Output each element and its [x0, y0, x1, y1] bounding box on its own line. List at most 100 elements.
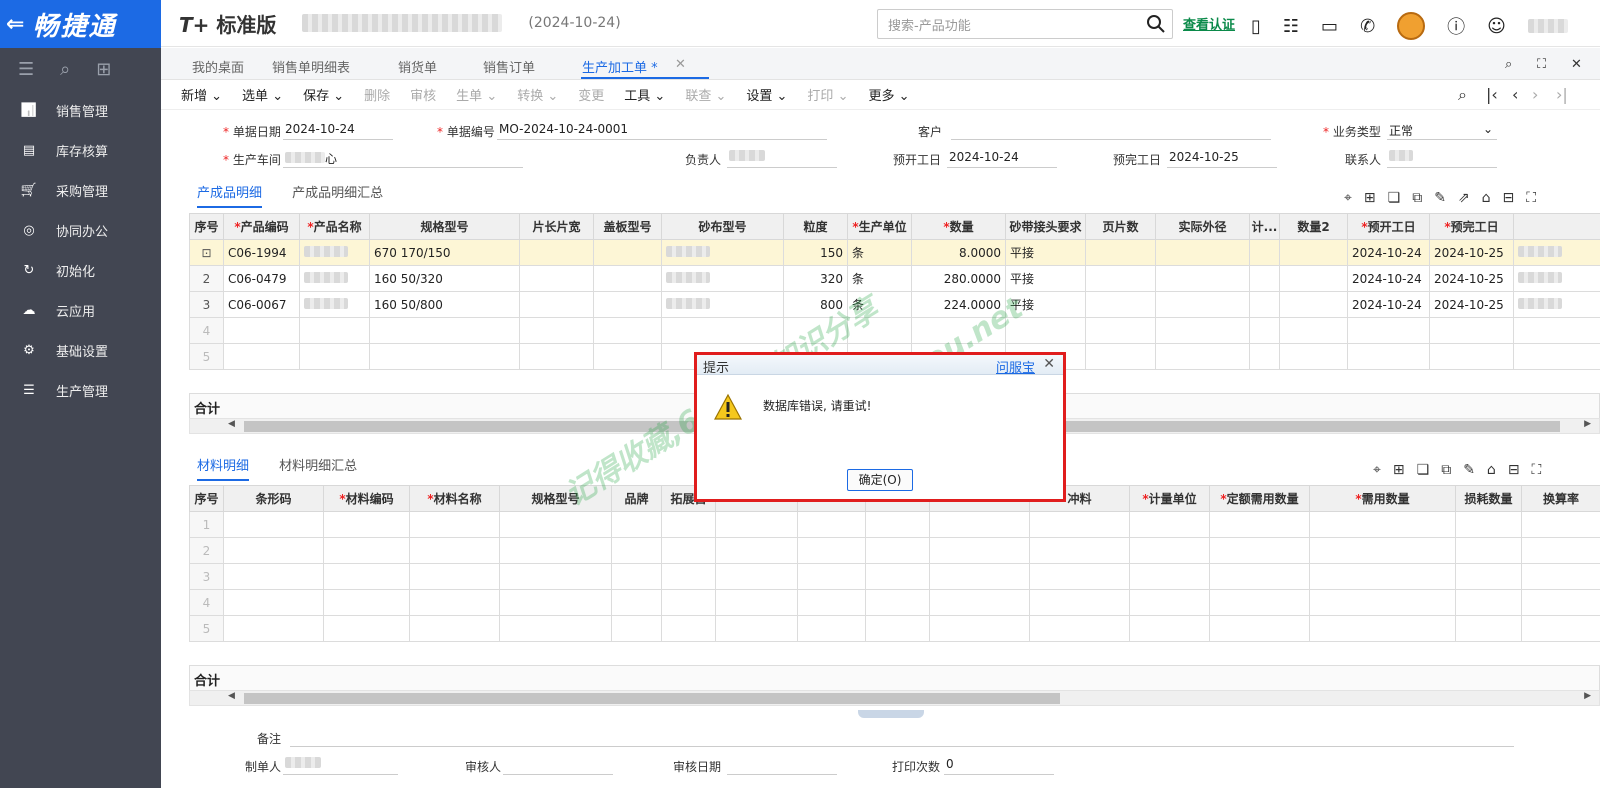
mascot-icon[interactable] — [1397, 12, 1426, 40]
plan-start-field[interactable]: 2024-10-24 — [947, 150, 1057, 168]
tab-product-summary[interactable]: 产成品明细汇总 — [292, 186, 383, 201]
table-cell[interactable] — [1249, 265, 1280, 292]
table-cell[interactable]: 280.0000 — [911, 265, 1006, 292]
first-record-icon[interactable]: |‹ — [1486, 85, 1498, 104]
close-all-icon[interactable]: ✕ — [1571, 57, 1582, 72]
table-cell[interactable] — [323, 615, 410, 642]
table-cell[interactable] — [797, 563, 866, 590]
export-icon[interactable]: ⇗ — [1458, 190, 1470, 206]
table-cell[interactable] — [611, 563, 662, 590]
table-cell[interactable] — [1455, 563, 1522, 590]
table-cell[interactable] — [519, 265, 594, 292]
table-cell[interactable] — [299, 239, 370, 266]
table-cell[interactable]: 2024-10-24 — [1347, 265, 1430, 292]
help-link[interactable]: 问服宝 — [996, 357, 1035, 376]
table-cell[interactable] — [1085, 239, 1156, 266]
table-cell[interactable] — [661, 239, 784, 266]
sidebar-item-6[interactable]: ☁ 云应用 — [0, 290, 161, 330]
phone-icon[interactable]: ✆ — [1360, 16, 1375, 37]
location-icon[interactable]: ⌖ — [1344, 190, 1352, 206]
table-cell[interactable] — [1309, 537, 1456, 564]
table-cell[interactable] — [661, 537, 716, 564]
table-cell[interactable] — [593, 343, 662, 370]
column-header[interactable]: 实际外径 — [1155, 213, 1250, 240]
table-cell[interactable] — [1429, 317, 1514, 344]
table-cell[interactable] — [797, 537, 866, 564]
scroll-left-icon[interactable]: ◀ — [228, 419, 235, 429]
table-row[interactable]: 3 — [189, 563, 1600, 590]
table-cell[interactable] — [593, 317, 662, 344]
table-cell[interactable] — [715, 511, 798, 538]
table-cell[interactable] — [593, 291, 662, 318]
table-cell[interactable]: 8.0000 — [911, 239, 1006, 266]
toolbar-button-7[interactable]: 转换 ⌄ — [517, 85, 558, 104]
tab-product-detail[interactable]: 产成品明细 — [197, 186, 263, 208]
column-header[interactable]: 计... — [1249, 213, 1280, 240]
toolbar-button-9[interactable]: 工具 ⌄ — [624, 85, 665, 104]
table-cell[interactable] — [865, 615, 930, 642]
help-icon[interactable]: ⓘ — [1447, 13, 1465, 39]
table-cell[interactable] — [1155, 317, 1250, 344]
column-header[interactable]: *计量单位 — [1129, 485, 1210, 512]
table-cell[interactable] — [1029, 563, 1130, 590]
table-cell[interactable] — [1455, 615, 1522, 642]
table-cell[interactable] — [1249, 343, 1280, 370]
table-cell[interactable] — [929, 537, 1030, 564]
table-row[interactable]: 1 — [189, 511, 1600, 538]
table-cell[interactable] — [1129, 563, 1210, 590]
table-cell[interactable] — [929, 589, 1030, 616]
table-cell[interactable] — [1129, 511, 1210, 538]
table-cell[interactable] — [1129, 589, 1210, 616]
column-header[interactable]: 片长片宽 — [519, 213, 594, 240]
column-header[interactable]: *产品编码 — [223, 213, 300, 240]
sidebar-item-3[interactable]: 🛒 采购管理 — [0, 170, 161, 210]
table-cell[interactable] — [865, 563, 930, 590]
table-cell[interactable] — [661, 563, 716, 590]
doc-date-field[interactable]: 2024-10-24 — [283, 122, 393, 140]
table-cell[interactable] — [299, 317, 370, 344]
table-cell[interactable]: 3 — [189, 291, 224, 318]
expand-icon[interactable]: ⛶ — [1532, 462, 1542, 478]
column-header[interactable]: 砂带接头要求 — [1005, 213, 1086, 240]
table-cell[interactable] — [1279, 317, 1348, 344]
sidebar-item-8[interactable]: ☰ 生产管理 — [0, 370, 161, 410]
column-header[interactable]: 序号 — [189, 213, 224, 240]
table-cell[interactable] — [929, 563, 1030, 590]
table-cell[interactable]: 3 — [189, 563, 224, 590]
table-cell[interactable]: 2024-10-25 — [1429, 291, 1514, 318]
table-cell[interactable] — [865, 537, 930, 564]
scroll-left-icon[interactable]: ◀ — [228, 691, 235, 701]
column-icon[interactable]: ⊟ — [1503, 190, 1515, 206]
table-cell[interactable] — [223, 317, 300, 344]
close-icon[interactable]: ✕ — [1043, 356, 1055, 372]
column-header[interactable]: 损耗数量 — [1455, 485, 1522, 512]
column-header[interactable]: *材料编码 — [323, 485, 410, 512]
paste-row-icon[interactable]: ⧉ — [1412, 190, 1422, 206]
table-cell[interactable]: C06-1994 — [223, 239, 300, 266]
back-arrow-icon[interactable]: ⇐ — [6, 12, 26, 37]
table-cell[interactable] — [223, 511, 324, 538]
table-cell[interactable] — [409, 511, 500, 538]
column-icon[interactable]: ⊟ — [1508, 462, 1520, 478]
table-cell[interactable] — [409, 537, 500, 564]
column-header[interactable]: 页片数 — [1085, 213, 1156, 240]
table-cell[interactable] — [1029, 537, 1130, 564]
table-cell[interactable] — [519, 239, 594, 266]
table-cell[interactable] — [1309, 589, 1456, 616]
table-cell[interactable] — [323, 511, 410, 538]
toolbar-button-1[interactable]: 新增 ⌄ — [181, 85, 222, 104]
calculator-icon[interactable]: ▯ — [1251, 16, 1261, 37]
table-cell[interactable]: C06-0067 — [223, 291, 300, 318]
table-cell[interactable] — [661, 589, 716, 616]
toolbar-button-10[interactable]: 联查 ⌄ — [685, 85, 726, 104]
table-cell[interactable] — [519, 291, 594, 318]
toolbar-button-8[interactable]: 变更 — [578, 85, 604, 104]
maker-field[interactable] — [283, 757, 398, 775]
column-header[interactable]: *定额需用数量 — [1209, 485, 1310, 512]
batch-edit-icon[interactable]: ✎ — [1434, 190, 1446, 206]
table-cell[interactable] — [715, 563, 798, 590]
auditor-field[interactable] — [503, 757, 613, 775]
toolbar-button-5[interactable]: 审核 — [410, 85, 436, 104]
table-cell[interactable] — [715, 615, 798, 642]
table-cell[interactable] — [519, 343, 594, 370]
